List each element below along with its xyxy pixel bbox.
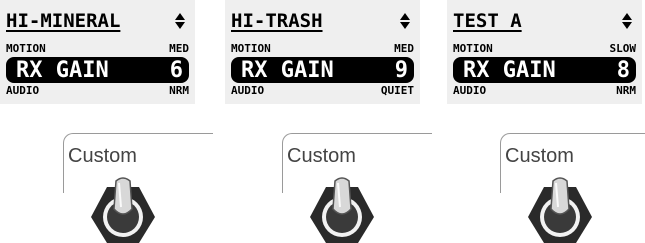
lcd-display-3: TEST A MOTION SLOW RX GAIN 8 AUDIO NRM [447,0,642,104]
lcd-display-1: HI-MINERAL MOTION MED RX GAIN 6 AUDIO NR… [0,0,195,104]
toggle-switch-icon[interactable] [87,173,159,243]
motion-row: MOTION MED [6,42,189,55]
audio-value: QUIET [380,84,414,97]
custom-switch-panel-3: Custom [500,133,645,243]
lcd-title: HI-MINERAL [6,10,121,32]
motion-value: MED [169,42,189,55]
audio-label: AUDIO [231,84,265,97]
audio-row: AUDIO NRM [6,84,189,97]
audio-row: AUDIO NRM [453,84,636,97]
motion-value: SLOW [609,42,637,55]
custom-switch-panel-1: Custom [63,133,213,243]
audio-value: NRM [169,84,189,97]
rx-gain-label: RX GAIN [16,57,109,83]
motion-label: MOTION [231,42,271,55]
rx-gain-value: 6 [169,57,183,83]
lcd-title: HI-TRASH [231,10,323,32]
switch-label: Custom [287,145,356,167]
audio-label: AUDIO [453,84,487,97]
rx-gain-value: 8 [616,57,630,83]
lcd-display-2: HI-TRASH MOTION MED RX GAIN 9 AUDIO QUIE… [225,0,420,104]
rx-gain-value: 9 [394,57,408,83]
motion-value: MED [394,42,414,55]
up-down-arrows-icon[interactable] [400,13,410,29]
rx-gain-row[interactable]: RX GAIN 8 [453,57,636,83]
audio-value: NRM [616,84,636,97]
motion-label: MOTION [453,42,493,55]
switch-label: Custom [68,145,137,167]
motion-row: MOTION SLOW [453,42,636,55]
motion-row: MOTION MED [231,42,414,55]
audio-label: AUDIO [6,84,40,97]
rx-gain-row[interactable]: RX GAIN 6 [6,57,189,83]
lcd-title: TEST A [453,10,522,32]
custom-switch-panel-2: Custom [282,133,432,243]
toggle-switch-icon[interactable] [306,173,378,243]
rx-gain-label: RX GAIN [463,57,556,83]
audio-row: AUDIO QUIET [231,84,414,97]
motion-label: MOTION [6,42,46,55]
rx-gain-label: RX GAIN [241,57,334,83]
up-down-arrows-icon[interactable] [622,13,632,29]
toggle-switch-icon[interactable] [524,173,596,243]
switch-label: Custom [505,145,574,167]
up-down-arrows-icon[interactable] [175,13,185,29]
rx-gain-row[interactable]: RX GAIN 9 [231,57,414,83]
